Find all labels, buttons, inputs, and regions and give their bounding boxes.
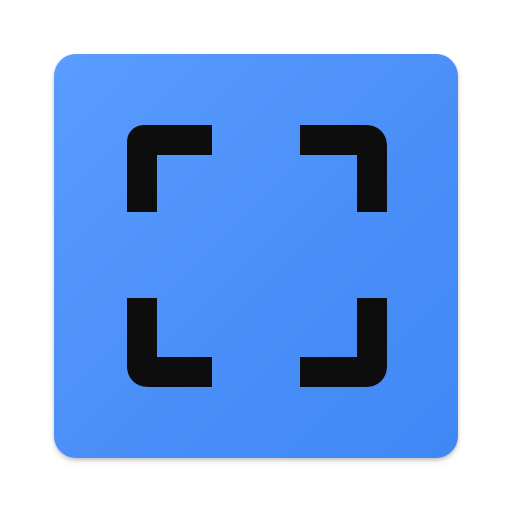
icon-canvas xyxy=(0,0,512,512)
corner-top-left xyxy=(127,125,212,212)
corner-top-right xyxy=(300,125,387,212)
corner-bottom-right xyxy=(300,298,387,387)
fullscreen-frame-icon xyxy=(127,125,387,387)
corner-bottom-left xyxy=(127,298,212,387)
app-icon-tile xyxy=(54,54,458,458)
